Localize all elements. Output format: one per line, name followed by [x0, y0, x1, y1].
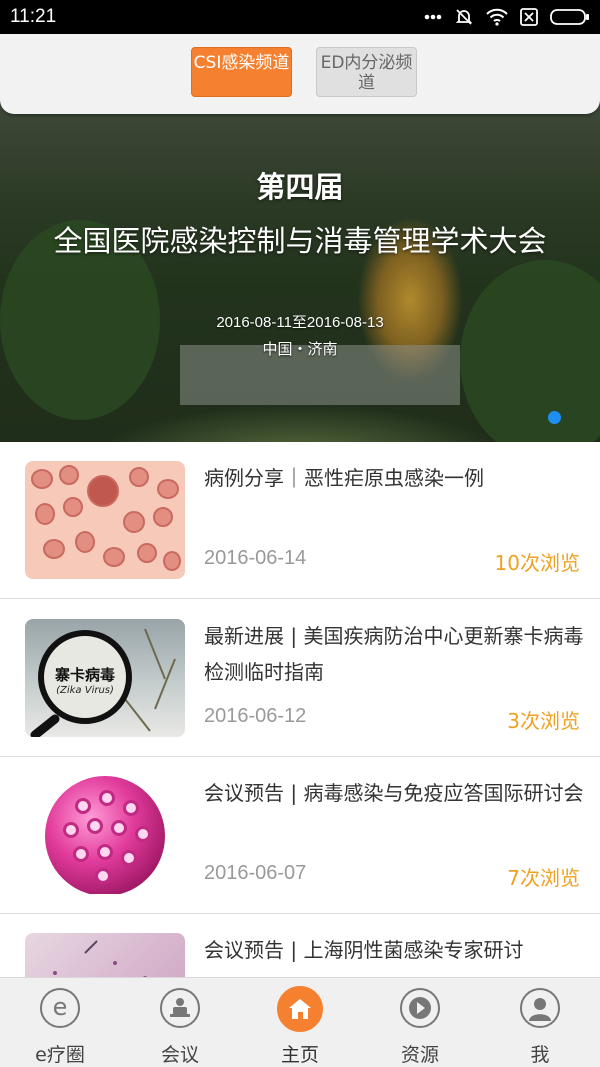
- article-views: 10次浏览: [494, 551, 580, 575]
- zika-thumbnail: 寨卡病毒 (Zika Virus): [25, 619, 185, 737]
- article-date: 2016-06-14: [204, 547, 307, 569]
- zika-label: 寨卡病毒: [54, 666, 115, 684]
- article-title: 会议预告 | 病毒感染与免疫应答国际研讨会: [204, 781, 584, 805]
- article-title: 会议预告 | 上海阴性菌感染专家研讨: [204, 938, 524, 962]
- home-icon: [277, 986, 323, 1032]
- status-time: 11:21: [10, 6, 57, 27]
- virus-sphere: [45, 776, 165, 894]
- blood-cells-thumbnail: [25, 461, 185, 579]
- channel-selector: CSI感染频道 ED内分泌频道: [0, 34, 600, 114]
- bottom-navigation: e e疗圈 会议 主页 资源 我: [0, 977, 600, 1067]
- status-bar: 11:21: [0, 0, 600, 34]
- play-icon: [400, 988, 440, 1028]
- nav-label: 资源: [400, 1044, 439, 1066]
- nav-me[interactable]: 我: [480, 978, 600, 1067]
- article-title: 病例分享｜恶性疟原虫感染一例: [204, 466, 484, 490]
- article-item[interactable]: 会议预告 | 病毒感染与免疫应答国际研讨会 2016-06-07 7次浏览: [0, 757, 600, 914]
- virus-thumbnail: [25, 776, 185, 894]
- article-views: 7次浏览: [507, 866, 580, 890]
- channel-ed-button[interactable]: ED内分泌频道: [316, 47, 417, 97]
- banner-ordinal: 第四届: [256, 170, 344, 204]
- more-dots-icon: [424, 14, 442, 20]
- e-circle-icon: e: [40, 988, 80, 1028]
- bell-off-icon: [454, 7, 474, 27]
- nav-label: e疗圈: [35, 1044, 85, 1066]
- nav-label: 会议: [160, 1044, 199, 1066]
- article-item[interactable]: 寨卡病毒 (Zika Virus) 最新进展 | 美国疾病防治中心更新寨卡病毒检…: [0, 600, 600, 757]
- svg-text:e: e: [53, 994, 68, 1021]
- nav-meeting[interactable]: 会议: [120, 978, 240, 1067]
- article-views: 3次浏览: [507, 709, 580, 733]
- nav-label: 我: [530, 1044, 550, 1066]
- banner-location: 中国・济南: [262, 340, 338, 358]
- article-title: 最新进展 | 美国疾病防治中心更新寨卡病毒检测临时指南: [204, 624, 584, 684]
- channel-csi-button[interactable]: CSI感染频道: [191, 47, 292, 97]
- banner-date: 2016-08-11至2016-08-13: [216, 314, 384, 331]
- article-date: 2016-06-12: [204, 705, 307, 727]
- nav-home[interactable]: 主页: [240, 978, 360, 1067]
- battery-icon: [550, 8, 590, 26]
- banner-title: 全国医院感染控制与消毒管理学术大会: [53, 224, 547, 258]
- meeting-person-icon: [160, 988, 200, 1028]
- nav-resources[interactable]: 资源: [360, 978, 480, 1067]
- article-item[interactable]: 病例分享｜恶性疟原虫感染一例 2016-06-14 10次浏览: [0, 442, 600, 599]
- article-date: 2016-06-07: [204, 862, 307, 884]
- nav-label: 主页: [280, 1044, 319, 1066]
- sim-x-icon: [520, 8, 538, 26]
- zika-sublabel: (Zika Virus): [56, 685, 114, 696]
- conference-banner[interactable]: 第四届 全国医院感染控制与消毒管理学术大会 2016-08-11至2016-08…: [0, 100, 600, 442]
- wifi-icon: [486, 8, 508, 26]
- status-icons: [424, 6, 590, 28]
- user-icon: [520, 988, 560, 1028]
- carousel-indicator-dot[interactable]: [548, 411, 561, 424]
- nav-e-circle[interactable]: e e疗圈: [0, 978, 120, 1067]
